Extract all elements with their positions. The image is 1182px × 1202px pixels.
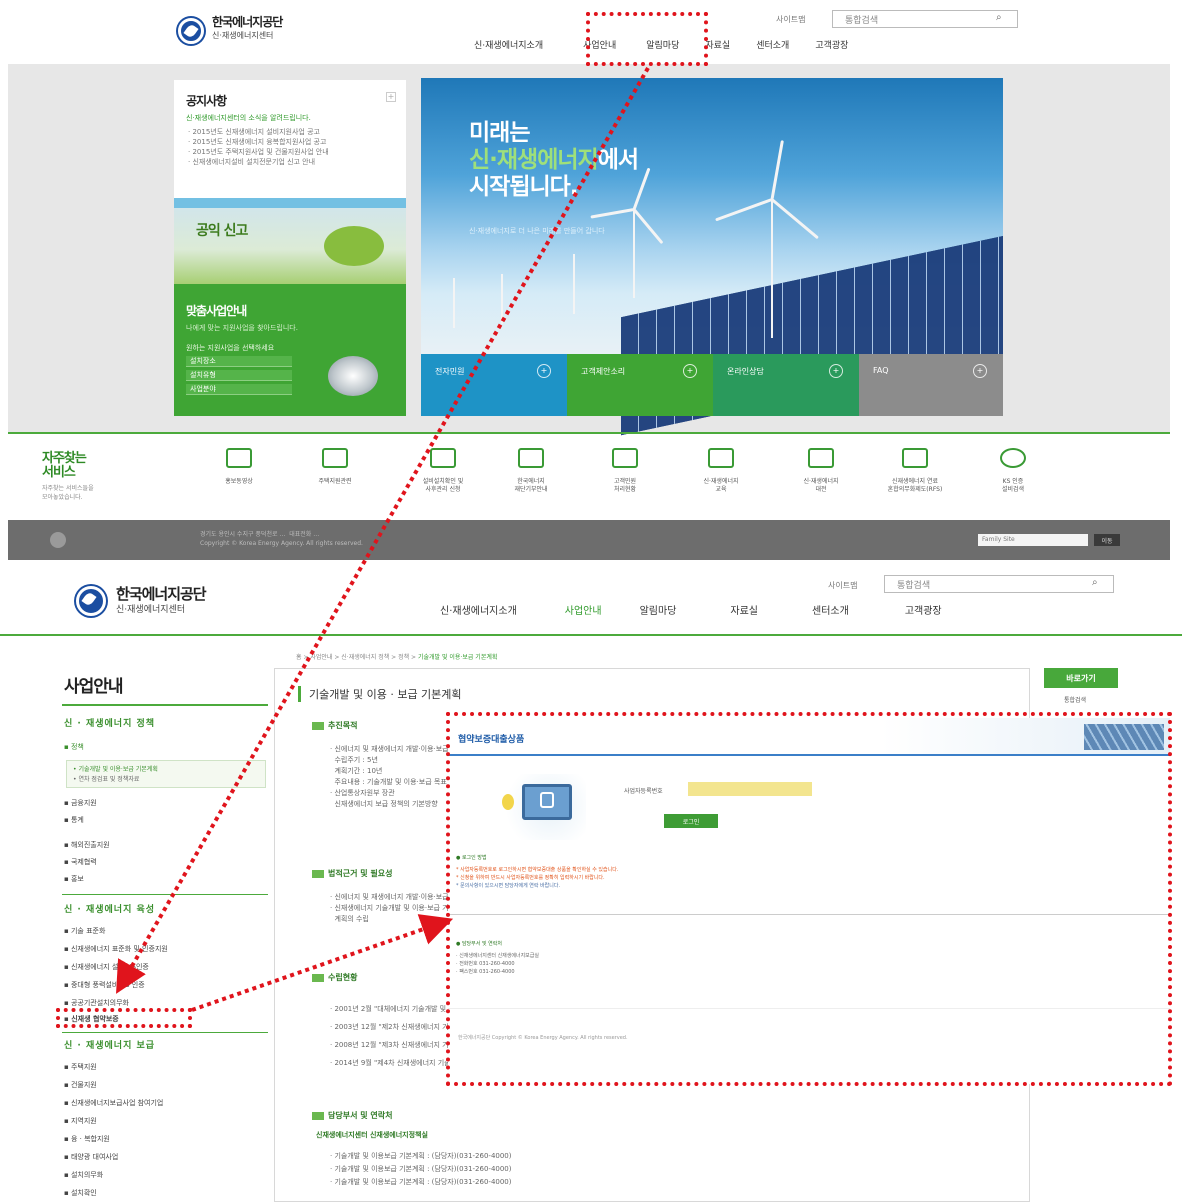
arrow-line <box>116 67 650 994</box>
arrow-line <box>191 914 454 1012</box>
callout-arrows <box>116 67 650 1012</box>
